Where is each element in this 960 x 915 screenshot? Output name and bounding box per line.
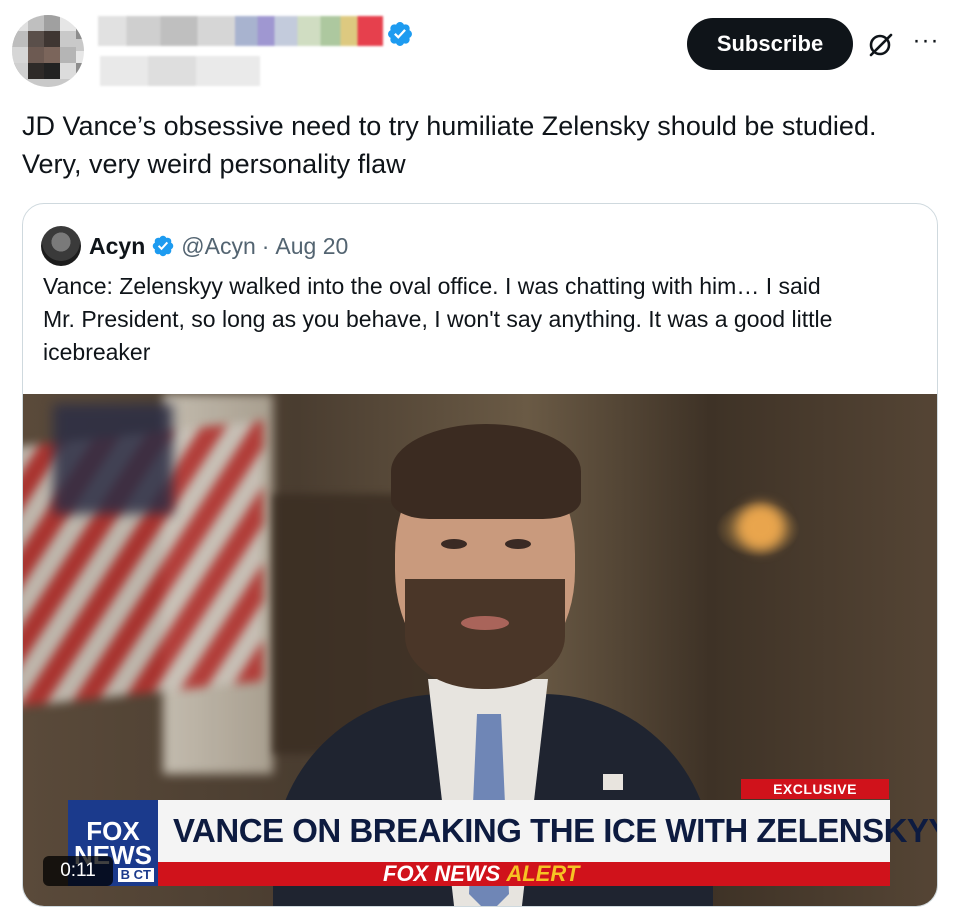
- quoted-author-handle[interactable]: @Acyn: [181, 233, 255, 260]
- verified-badge-icon: [153, 235, 174, 257]
- video-scene-lamp: [738, 504, 784, 550]
- video-person-beard: [405, 579, 565, 689]
- subscribe-button[interactable]: Subscribe: [687, 18, 853, 70]
- quoted-author-name[interactable]: Acyn: [89, 233, 145, 260]
- tweet-text-line: Very, very weird personality flaw: [22, 149, 406, 179]
- grok-icon[interactable]: [866, 30, 896, 60]
- video-scene-flag-canton: [53, 404, 173, 514]
- video-person-eye: [441, 539, 467, 549]
- quoted-text-line: Vance: Zelenskyy walked into the oval of…: [43, 273, 821, 299]
- quoted-text-line: icebreaker: [43, 339, 151, 365]
- author-handle-redacted[interactable]: [100, 56, 260, 86]
- chyron-headline: VANCE ON BREAKING THE ICE WITH ZELENSKYY: [173, 812, 938, 849]
- quoted-tweet-date[interactable]: Aug 20: [275, 233, 348, 260]
- tweet-text-line: JD Vance’s obsessive need to try humilia…: [22, 111, 877, 141]
- verified-badge-icon: [388, 22, 412, 46]
- quoted-author-avatar[interactable]: [41, 226, 81, 266]
- quoted-tweet-card[interactable]: Acyn @Acyn · Aug 20 Vance: Zelenskyy wal…: [22, 203, 938, 907]
- author-name-redacted[interactable]: [98, 16, 383, 46]
- quoted-tweet-text: Vance: Zelenskyy walked into the oval of…: [43, 270, 923, 369]
- more-icon[interactable]: ···: [906, 26, 946, 56]
- exclusive-tag: EXCLUSIVE: [741, 779, 889, 799]
- video-person-flag-pin: [603, 774, 623, 790]
- video-timestamp: 0:11: [43, 856, 113, 886]
- author-avatar[interactable]: [12, 15, 84, 87]
- quoted-tweet-header: Acyn @Acyn · Aug 20: [89, 226, 348, 266]
- video-person-mouth: [461, 616, 509, 630]
- alert-word: ALERT: [506, 861, 580, 886]
- fox-news-alert: FOX NEWS ALERT: [383, 861, 580, 886]
- meta-separator: ·: [261, 232, 270, 259]
- video-person-hair: [391, 424, 581, 519]
- post-header: Subscribe ···: [0, 0, 960, 95]
- tweet-text: JD Vance’s obsessive need to try humilia…: [22, 107, 942, 183]
- logo-timezone: B CT: [117, 868, 154, 882]
- video-person-eye: [505, 539, 531, 549]
- video-player[interactable]: EXCLUSIVE VANCE ON BREAKING THE ICE WITH…: [23, 394, 938, 906]
- quoted-text-line: Mr. President, so long as you behave, I …: [43, 306, 833, 332]
- alert-prefix: FOX NEWS: [383, 861, 501, 886]
